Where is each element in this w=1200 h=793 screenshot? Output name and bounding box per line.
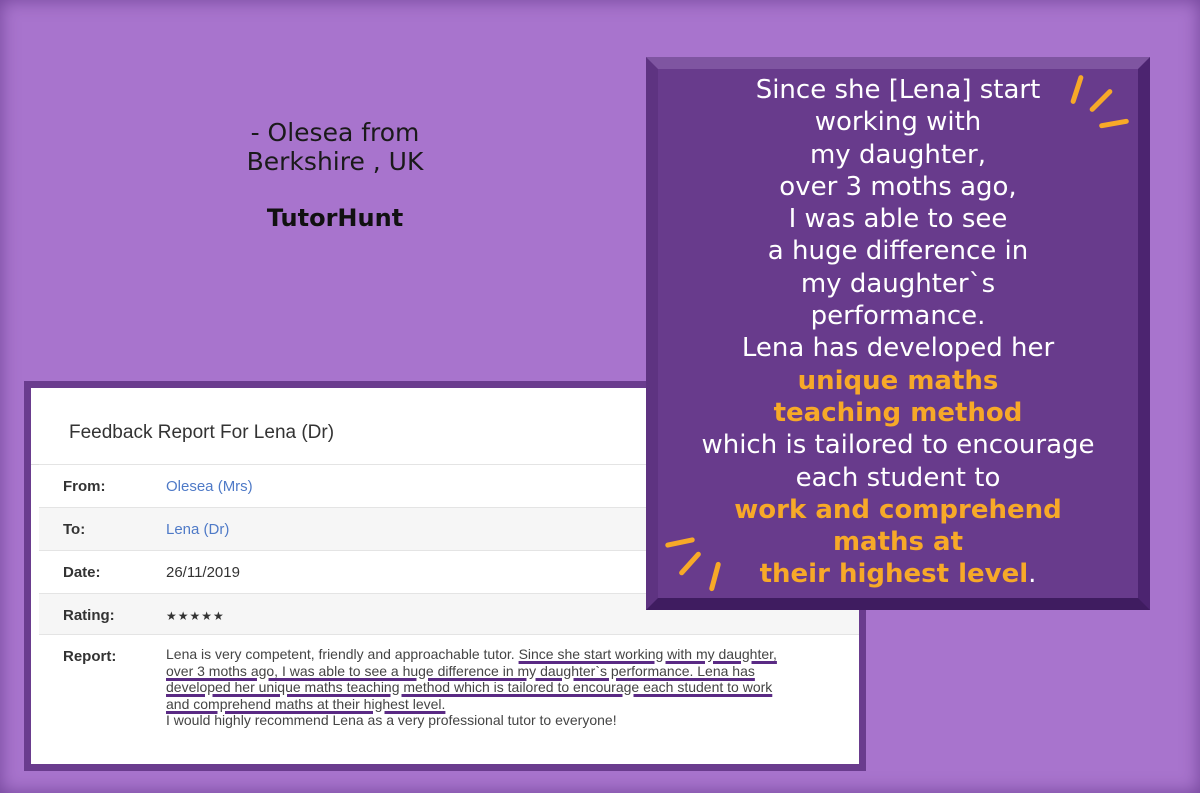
quote-highlight: their highest level <box>759 559 1029 590</box>
attribution-location: Berkshire , UK <box>246 147 424 176</box>
rating-label: Rating: <box>63 607 115 624</box>
quote-period: . <box>1028 559 1037 590</box>
source-brand: TutorHunt <box>266 204 404 232</box>
quote-line: which is tailored to encourage <box>701 430 1095 461</box>
report-intro: Lena is very competent, friendly and app… <box>166 646 519 662</box>
report-recommendation: I would highly recommend Lena as a very … <box>166 712 617 728</box>
to-link[interactable]: Lena (Dr) <box>166 521 229 538</box>
quote-line: a huge difference in <box>767 236 1029 267</box>
quote-line: my daughter`s <box>800 268 996 299</box>
from-link[interactable]: Olesea (Mrs) <box>166 478 253 495</box>
quote-line: working with <box>814 107 982 138</box>
attribution: - Olesea from Berkshire , UK <box>200 118 470 176</box>
quote-line: each student to <box>795 462 1001 493</box>
date-label: Date: <box>63 564 101 581</box>
quote-highlight: maths at <box>832 527 964 558</box>
to-label: To: <box>63 521 86 538</box>
quote-box: Since she [Lena] start working with my d… <box>646 57 1150 610</box>
quote-text: Since she [Lena] start working with my d… <box>658 74 1138 591</box>
row-report: Report: Lena is very competent, friendly… <box>39 634 859 755</box>
report-text: Lena is very competent, friendly and app… <box>166 646 791 729</box>
feedback-title: Feedback Report For Lena (Dr) <box>69 422 335 443</box>
quote-highlight: unique maths <box>797 365 999 396</box>
quote-line: over 3 moths ago, <box>779 171 1017 202</box>
quote-last-line: their highest level. <box>658 558 1138 590</box>
report-label: Report: <box>63 648 117 665</box>
quote-line: performance. <box>810 301 986 332</box>
quote-highlight: teaching method <box>773 397 1023 428</box>
star-rating: ★★★★★ <box>166 609 225 623</box>
quote-line: Lena has developed her <box>741 333 1055 364</box>
quote-line: I was able to see <box>788 204 1008 235</box>
quote-line: Since she [Lena] start <box>755 75 1041 105</box>
attribution-name: - Olesea from <box>250 118 420 147</box>
quote-line: my daughter, <box>809 139 987 170</box>
quote-highlight: work and comprehend <box>734 494 1062 525</box>
date-value: 26/11/2019 <box>166 564 240 581</box>
from-label: From: <box>63 478 106 495</box>
